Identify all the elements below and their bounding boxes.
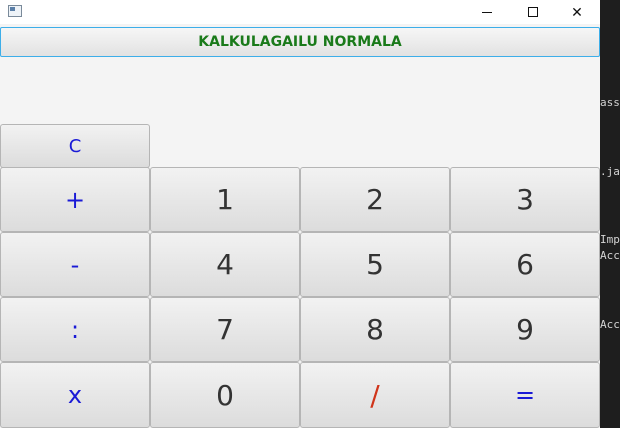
add-button[interactable]: + xyxy=(0,167,150,232)
digit-4-button[interactable]: 4 xyxy=(150,232,300,297)
slash-divide-button[interactable]: / xyxy=(300,362,450,428)
editor-text-fragment: ass xyxy=(600,96,620,109)
digit-5-button[interactable]: 5 xyxy=(300,232,450,297)
title-bar: ✕ xyxy=(0,0,600,24)
digit-2-button[interactable]: 2 xyxy=(300,167,450,232)
digit-9-button[interactable]: 9 xyxy=(450,297,600,362)
app-icon xyxy=(8,5,22,17)
mode-toggle-button[interactable]: KALKULAGAILU NORMALA xyxy=(0,27,600,57)
background-code-editor: ass .ja Imp Acc Acc xyxy=(600,0,620,428)
close-button[interactable]: ✕ xyxy=(554,0,600,24)
clear-button[interactable]: C xyxy=(0,124,150,168)
digit-6-button[interactable]: 6 xyxy=(450,232,600,297)
editor-text-fragment: Acc xyxy=(600,318,620,331)
minimize-button[interactable] xyxy=(464,0,510,24)
multiply-button[interactable]: x xyxy=(0,362,150,428)
digit-0-button[interactable]: 0 xyxy=(150,362,300,428)
equals-button[interactable]: = xyxy=(450,362,600,428)
colon-divide-button[interactable]: : xyxy=(0,297,150,362)
calculator-window: ✕ KALKULAGAILU NORMALA C + 1 2 3 - 4 5 6… xyxy=(0,0,600,428)
minimize-icon xyxy=(482,11,492,13)
editor-text-fragment: Acc xyxy=(600,249,620,262)
editor-text-fragment: Imp xyxy=(600,233,620,246)
maximize-icon xyxy=(528,7,538,17)
digit-3-button[interactable]: 3 xyxy=(450,167,600,232)
subtract-button[interactable]: - xyxy=(0,232,150,297)
editor-text-fragment: .ja xyxy=(600,165,620,178)
maximize-button[interactable] xyxy=(510,0,556,24)
close-icon: ✕ xyxy=(571,3,583,20)
digit-1-button[interactable]: 1 xyxy=(150,167,300,232)
digit-7-button[interactable]: 7 xyxy=(150,297,300,362)
digit-8-button[interactable]: 8 xyxy=(300,297,450,362)
